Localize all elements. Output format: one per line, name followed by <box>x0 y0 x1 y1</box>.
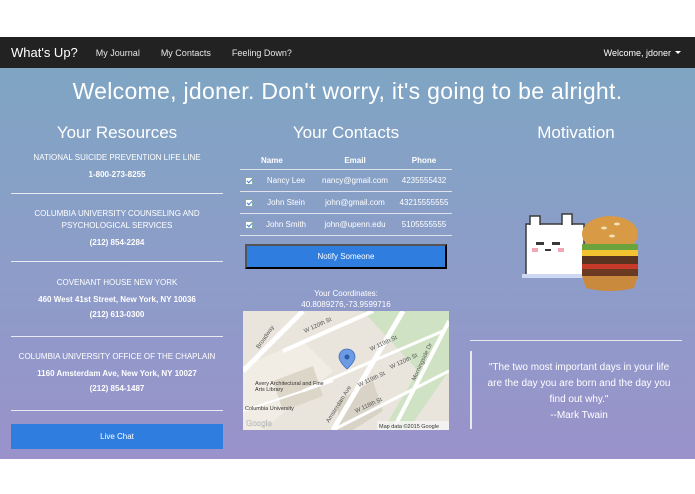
contact-phone: 4235555432 <box>401 176 447 185</box>
resource-phone[interactable]: (212) 854-1487 <box>11 384 223 393</box>
resource-address: 1160 Amsterdam Ave, New York, NY 10027 <box>37 369 197 378</box>
contact-email: john@gmail.com <box>325 198 385 207</box>
contacts-title: Your Contacts <box>292 123 400 142</box>
resource-address: 460 West 41st Street, New York, NY 10036 <box>38 295 196 304</box>
burger-icon <box>582 216 638 291</box>
contact-phone: 5105555555 <box>401 220 447 229</box>
user-menu[interactable]: Welcome, jdoner <box>604 48 681 58</box>
resource-name: NATIONAL SUICIDE PREVENTION LIFE LINE <box>33 153 201 162</box>
divider <box>11 410 223 411</box>
divider <box>11 261 223 262</box>
user-menu-label: Welcome, jdoner <box>603 47 671 58</box>
contact-checkbox[interactable] <box>245 176 253 185</box>
table-row: John Stein john@gmail.com 43215555555 <box>240 192 452 214</box>
map-place-label: Avery Architectural and Fine Arts Librar… <box>255 381 324 393</box>
motivation-image <box>522 208 640 296</box>
resource-item: COLUMBIA UNIVERSITY COUNSELING AND PSYCH… <box>11 208 223 247</box>
resource-phone[interactable]: (212) 613-0300 <box>11 310 223 319</box>
contact-email: nancy@gmail.com <box>322 176 388 185</box>
contact-checkbox[interactable] <box>245 198 253 207</box>
quote-bar <box>470 351 472 429</box>
resource-name: COVENANT HOUSE NEW YORK <box>56 278 178 287</box>
contact-email: john@upenn.edu <box>324 220 386 229</box>
resource-phone[interactable]: (212) 854-2284 <box>11 238 223 247</box>
contacts-table: Name Email Phone Nancy Lee nancy@gmail.c… <box>240 152 452 236</box>
divider <box>11 336 223 337</box>
map-attribution[interactable]: Map data ©2015 Google <box>379 423 439 430</box>
nav-my-journal[interactable]: My Journal <box>96 48 140 58</box>
divider <box>470 340 682 341</box>
column-header-email: Email <box>344 156 366 165</box>
coordinates-value: 40.8089276,-73.9599716 <box>301 300 391 309</box>
resource-item: NATIONAL SUICIDE PREVENTION LIFE LINE 1-… <box>11 152 223 179</box>
pixel-cat-icon <box>522 213 588 278</box>
notify-someone-button[interactable]: Notify Someone <box>245 244 447 269</box>
brand-link[interactable]: What's Up? <box>11 45 78 60</box>
nav-my-contacts[interactable]: My Contacts <box>161 48 211 58</box>
resource-name: COLUMBIA UNIVERSITY OFFICE OF THE CHAPLA… <box>18 352 216 361</box>
resources-title: Your Resources <box>56 123 178 142</box>
resource-phone[interactable]: 1-800-273-8255 <box>11 170 223 179</box>
motivation-title: Motivation <box>537 123 615 142</box>
contact-name: John Stein <box>267 198 305 207</box>
resource-item: COVENANT HOUSE NEW YORK 460 West 41st St… <box>11 277 223 319</box>
contacts-header-row: Name Email Phone <box>240 152 452 170</box>
quote-body: "The two most important days in your lif… <box>487 362 671 405</box>
resource-name: COLUMBIA UNIVERSITY COUNSELING AND PSYCH… <box>34 209 200 230</box>
welcome-heading: Welcome, jdoner. Don't worry, it's going… <box>72 78 623 104</box>
column-header-name: Name <box>261 156 283 165</box>
contact-name: Nancy Lee <box>266 176 306 185</box>
nav-feeling-down[interactable]: Feeling Down? <box>232 48 292 58</box>
contact-checkbox[interactable] <box>245 220 253 229</box>
motivation-quote: "The two most important days in your lif… <box>470 340 682 431</box>
caret-down-icon <box>675 51 681 54</box>
quote-text: "The two most important days in your lif… <box>484 360 674 424</box>
quote-author: --Mark Twain <box>550 410 608 421</box>
live-chat-button[interactable]: Live Chat <box>11 424 223 449</box>
coordinates-label: Your Coordinates: <box>314 289 378 298</box>
main-content: Welcome, jdoner. Don't worry, it's going… <box>0 68 695 459</box>
divider <box>11 193 223 194</box>
map-place-label: Columbia University <box>245 406 294 412</box>
contact-phone: 43215555555 <box>399 198 449 207</box>
contact-name: John Smith <box>265 220 307 229</box>
table-row: John Smith john@upenn.edu 5105555555 <box>240 214 452 236</box>
column-header-phone: Phone <box>411 156 437 165</box>
location-map[interactable]: W 120th St Broadway W 119th St W 120th S… <box>243 311 449 430</box>
coordinates-block: Your Coordinates: 40.8089276,-73.9599716 <box>245 288 447 310</box>
navbar: What's Up? My Journal My Contacts Feelin… <box>0 37 695 68</box>
google-logo: Google <box>246 419 272 428</box>
resource-item: COLUMBIA UNIVERSITY OFFICE OF THE CHAPLA… <box>11 351 223 393</box>
table-row: Nancy Lee nancy@gmail.com 4235555432 <box>240 170 452 192</box>
